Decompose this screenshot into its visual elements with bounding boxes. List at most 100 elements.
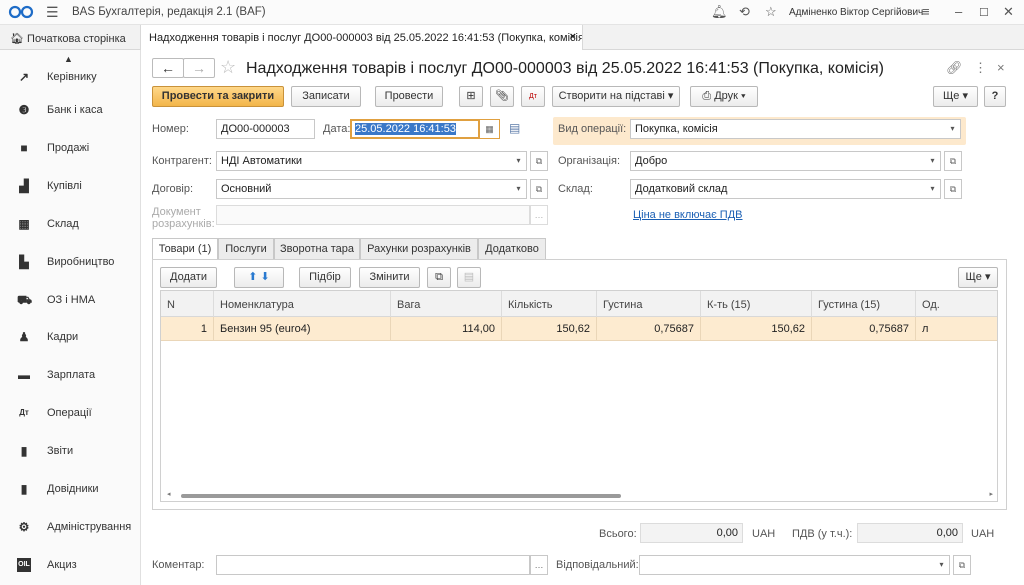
responsible-field[interactable] [639, 555, 935, 575]
change-button[interactable]: Змінити [359, 267, 420, 288]
settings-menu-icon[interactable]: ≡ [922, 4, 930, 19]
cell-quantity-15[interactable]: 150,62 [701, 317, 812, 341]
col-n[interactable]: N [161, 291, 214, 317]
minimize-icon[interactable]: – [955, 4, 962, 19]
attach-icon[interactable]: 📎︎ [490, 86, 514, 107]
cell-weight[interactable]: 114,00 [391, 317, 502, 341]
structure-icon[interactable]: ⊞ [459, 86, 483, 107]
settlement-doc-field[interactable] [216, 205, 530, 225]
col-weight[interactable]: Вага [391, 291, 502, 317]
vat-price-link[interactable]: Ціна не включає ПДВ [633, 209, 743, 221]
bell-icon[interactable]: 🔔︎ [711, 4, 728, 20]
contract-open-icon[interactable]: ⧉ [530, 179, 548, 199]
move-up-down-icon[interactable]: ⬆ ⬇ [234, 267, 284, 288]
cell-unit[interactable]: л [916, 317, 997, 341]
main-menu-icon[interactable]: ☰ [46, 4, 59, 21]
col-quantity-15[interactable]: К-ть (15) [701, 291, 812, 317]
warehouse-field[interactable]: Додатковий склад [630, 179, 926, 199]
operation-type-dropdown-icon[interactable]: ▾ [945, 119, 961, 139]
more-vert-icon[interactable]: ⋮ [974, 60, 987, 76]
paste-row-icon[interactable]: ▤ [457, 267, 481, 288]
col-density[interactable]: Густина [597, 291, 701, 317]
tab-document[interactable]: Надходження товарів і послуг ДО00-000003… [140, 25, 583, 50]
sidebar-item-hr[interactable]: ♟ Кадри [0, 318, 140, 355]
organization-field[interactable]: Добро [630, 151, 926, 171]
sidebar-item-warehouse[interactable]: ▦ Склад [0, 205, 140, 242]
forward-button[interactable]: → [183, 58, 215, 78]
operation-type-select[interactable]: Покупка, комісія [630, 119, 946, 139]
responsible-dropdown-icon[interactable]: ▾ [934, 555, 950, 575]
close-tab-icon[interactable]: × [570, 31, 576, 43]
organization-dropdown-icon[interactable]: ▾ [925, 151, 941, 171]
favorites-icon[interactable]: ☆ [765, 4, 777, 20]
tab-settlement-accounts[interactable]: Рахунки розрахунків [360, 238, 478, 260]
sidebar-item-admin[interactable]: ⚙ Адміністрування [0, 508, 140, 545]
col-quantity[interactable]: Кількість [502, 291, 597, 317]
horizontal-scrollbar[interactable]: ◂ ▸ [161, 489, 997, 501]
table-more-button[interactable]: Ще ▾ [958, 267, 998, 288]
dtkt-postings-icon[interactable]: Дт [521, 86, 545, 107]
sidebar-item-reports[interactable]: ▮ Звіти [0, 432, 140, 469]
sidebar-item-sales[interactable]: ■ Продажі [0, 129, 140, 166]
comment-icon[interactable]: ▤ [509, 121, 520, 135]
post-button[interactable]: Провести [375, 86, 443, 107]
table-row[interactable]: 1 Бензин 95 (euro4) 114,00 150,62 0,7568… [161, 317, 997, 341]
cell-density-15[interactable]: 0,75687 [812, 317, 916, 341]
back-button[interactable]: ← [152, 58, 184, 78]
comment-field[interactable] [216, 555, 530, 575]
post-and-close-button[interactable]: Провести та закрити [152, 86, 284, 107]
contractor-field[interactable]: НДІ Автоматики [216, 151, 512, 171]
create-based-on-button[interactable]: Створити на підставі ▾ [552, 86, 680, 107]
sidebar-item-director[interactable]: ↗ Керівнику [0, 58, 140, 95]
history-icon[interactable]: ⟲ [739, 4, 750, 20]
tab-goods[interactable]: Товари (1) [152, 238, 218, 260]
col-nomenclature[interactable]: Номенклатура [214, 291, 391, 317]
organization-open-icon[interactable]: ⧉ [944, 151, 962, 171]
print-button[interactable]: ⎙ Друк ▾ [690, 86, 758, 107]
cell-quantity[interactable]: 150,62 [502, 317, 597, 341]
maximize-icon[interactable]: ☐ [979, 6, 989, 19]
sidebar-item-salary[interactable]: ▬ Зарплата [0, 356, 140, 393]
settlement-doc-select-icon[interactable]: … [530, 205, 548, 225]
add-row-button[interactable]: Додати [160, 267, 217, 288]
tab-services[interactable]: Послуги [218, 238, 274, 260]
sidebar-item-purchases[interactable]: ▟ Купівлі [0, 167, 140, 204]
close-window-icon[interactable]: ✕ [1003, 4, 1014, 20]
col-unit[interactable]: Од. [916, 291, 997, 317]
more-button[interactable]: Ще ▾ [933, 86, 978, 107]
link-icon[interactable]: 🔗︎ [946, 60, 963, 76]
scroll-right-icon[interactable]: ▸ [989, 490, 993, 498]
calendar-icon[interactable]: ▦ [479, 119, 500, 139]
sidebar-item-directories[interactable]: ▮ Довідники [0, 470, 140, 507]
sidebar-item-production[interactable]: ▙ Виробництво [0, 243, 140, 280]
contract-field[interactable]: Основний [216, 179, 512, 199]
sidebar-item-operations[interactable]: Дт Операції [0, 394, 140, 431]
close-form-icon[interactable]: × [997, 60, 1005, 75]
pick-button[interactable]: Підбір [299, 267, 351, 288]
responsible-open-icon[interactable]: ⧉ [953, 555, 971, 575]
col-density-15[interactable]: Густина (15) [812, 291, 916, 317]
cell-density[interactable]: 0,75687 [597, 317, 701, 341]
sidebar-item-bank[interactable]: ❸ Банк і каса [0, 91, 140, 128]
scroll-left-icon[interactable]: ◂ [167, 490, 171, 498]
sidebar-item-excise[interactable]: OIL Акциз [0, 546, 140, 583]
copy-row-icon[interactable]: ⧉ [427, 267, 451, 288]
cell-n[interactable]: 1 [161, 317, 214, 341]
contractor-open-icon[interactable]: ⧉ [530, 151, 548, 171]
favorite-star-icon[interactable]: ☆ [220, 57, 236, 78]
date-field[interactable]: 25.05.2022 16:41:53 [350, 119, 480, 139]
user-name[interactable]: Адміненко Віктор Сергійович [789, 7, 923, 18]
contractor-dropdown-icon[interactable]: ▾ [511, 151, 527, 171]
sidebar-item-assets[interactable]: ⛟ ОЗ і НМА [0, 281, 140, 318]
comment-edit-icon[interactable]: … [530, 555, 548, 575]
warehouse-open-icon[interactable]: ⧉ [944, 179, 962, 199]
save-button[interactable]: Записати [291, 86, 361, 107]
help-button[interactable]: ? [984, 86, 1006, 107]
tab-additional[interactable]: Додатково [478, 238, 546, 260]
warehouse-dropdown-icon[interactable]: ▾ [925, 179, 941, 199]
number-field[interactable]: ДО00-000003 [216, 119, 315, 139]
tab-returnable-packaging[interactable]: Зворотна тара [274, 238, 360, 260]
tab-home[interactable]: 🏠︎ Початкова сторінка [0, 25, 140, 50]
scroll-thumb[interactable] [181, 494, 621, 498]
contract-dropdown-icon[interactable]: ▾ [511, 179, 527, 199]
